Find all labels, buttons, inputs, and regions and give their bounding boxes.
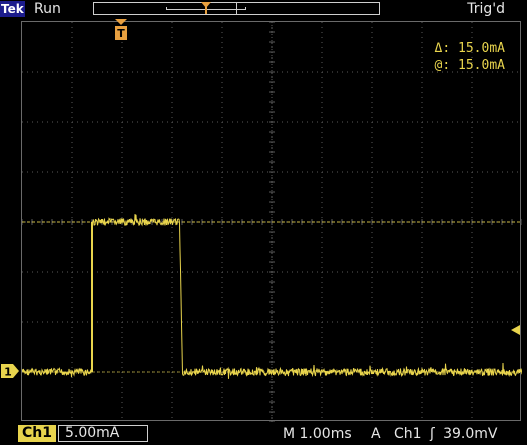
brand-logo: Tek bbox=[0, 1, 25, 17]
trigger-mode: A bbox=[371, 426, 381, 442]
trigger-time-marker-icon[interactable]: T bbox=[114, 18, 128, 42]
graticule-display bbox=[21, 21, 522, 422]
trigger-marker-label: T bbox=[117, 27, 125, 40]
channel-badge[interactable]: Ch1 bbox=[18, 425, 56, 442]
cursor-at-symbol: @: bbox=[434, 58, 451, 73]
cursor-delta-symbol: Δ: bbox=[434, 41, 451, 56]
status-header: Tek Run Trig'd bbox=[0, 0, 527, 18]
trigger-level-arrow-icon[interactable] bbox=[509, 324, 521, 336]
channel-marker-label: 1 bbox=[4, 366, 12, 379]
trigger-status: Trig'd bbox=[467, 1, 505, 17]
vertical-scale: 5.00mA bbox=[58, 425, 148, 442]
record-length-bar bbox=[93, 2, 380, 15]
trigger-source: Ch1 bbox=[393, 426, 422, 442]
cursor-delta-row: Δ: 15.0mA bbox=[435, 40, 505, 57]
cursor-at-row: @: 15.0mA bbox=[435, 57, 505, 74]
trigger-slope-icon: ʃ bbox=[429, 426, 435, 442]
trigger-readout: A Ch1 ʃ 39.0mV bbox=[371, 423, 498, 445]
waveform-plot bbox=[22, 22, 522, 422]
run-state: Run bbox=[34, 1, 61, 17]
cursor-at-value: 15.0mA bbox=[458, 58, 505, 73]
cursor-readout: Δ: 15.0mA @: 15.0mA bbox=[435, 40, 505, 74]
trigger-position-icon bbox=[201, 2, 211, 14]
channel1-ground-marker-icon[interactable]: 1 bbox=[0, 363, 20, 379]
status-footer: Ch1 5.00mA M 1.00ms A Ch1 ʃ 39.0mV bbox=[0, 423, 527, 445]
timebase-readout: M 1.00ms bbox=[283, 426, 352, 442]
trigger-level: 39.0mV bbox=[443, 426, 498, 442]
record-center-tick bbox=[236, 3, 237, 14]
cursor-delta-value: 15.0mA bbox=[458, 41, 505, 56]
